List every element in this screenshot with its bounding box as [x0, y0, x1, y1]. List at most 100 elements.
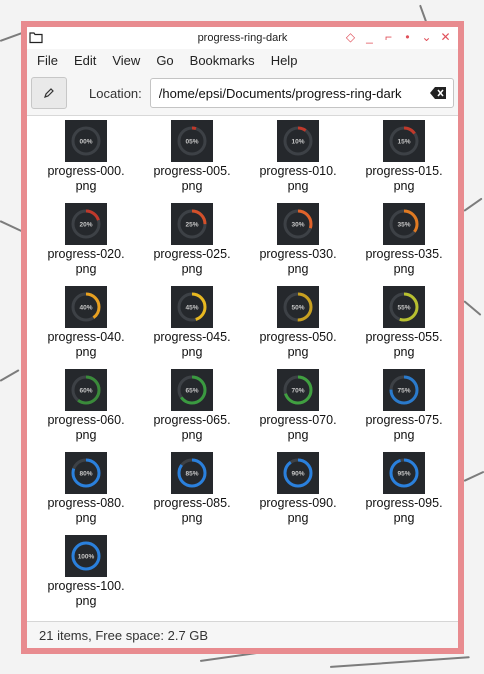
file-name-line-1: progress-055.	[365, 330, 443, 344]
file-item[interactable]: 75% progress-075. png	[351, 369, 457, 452]
file-item[interactable]: 55% progress-055. png	[351, 286, 457, 369]
file-name-line-1: progress-080.	[47, 496, 125, 510]
file-name: progress-025. png	[153, 247, 230, 277]
progress-ring-label: 75%	[397, 388, 410, 395]
file-name-line-2: png	[75, 179, 97, 193]
file-name: progress-100. png	[47, 579, 124, 609]
file-item[interactable]: 30% progress-030. png	[245, 203, 351, 286]
file-name: progress-005. png	[153, 164, 230, 194]
progress-ring-label: 15%	[397, 139, 410, 146]
progress-ring-label: 65%	[185, 388, 198, 395]
file-thumbnail: 80%	[65, 452, 107, 494]
pencil-icon	[44, 88, 54, 98]
file-name-line-2: png	[181, 345, 203, 359]
menu-file[interactable]: File	[29, 53, 66, 68]
file-item[interactable]: 90% progress-090. png	[245, 452, 351, 535]
file-name: progress-075. png	[365, 413, 442, 443]
menu-edit[interactable]: Edit	[66, 53, 104, 68]
progress-ring-label: 95%	[397, 471, 410, 478]
file-item[interactable]: 100% progress-100. png	[33, 535, 139, 618]
file-name-line-1: progress-050.	[259, 330, 337, 344]
toggle-path-edit-button[interactable]	[31, 77, 67, 109]
folder-icon[interactable]	[29, 30, 43, 44]
progress-ring-icon: 30%	[283, 209, 313, 239]
file-item[interactable]: 25% progress-025. png	[139, 203, 245, 286]
progress-ring-label: 60%	[79, 388, 92, 395]
wallpaper-streak	[463, 300, 482, 316]
file-item[interactable]: 00% progress-000. png	[33, 120, 139, 203]
progress-ring-icon: 95%	[389, 458, 419, 488]
file-name: progress-070. png	[259, 413, 336, 443]
menu-view[interactable]: View	[104, 53, 148, 68]
file-name-line-2: png	[287, 345, 309, 359]
menu-dot-icon[interactable]: •	[401, 30, 414, 44]
file-name-line-1: progress-090.	[259, 496, 337, 510]
file-name-line-2: png	[393, 179, 415, 193]
minimize-icon[interactable]: _	[363, 30, 376, 44]
file-item[interactable]: 85% progress-085. png	[139, 452, 245, 535]
wallpaper-streak	[329, 656, 470, 668]
file-manager-window: progress-ring-dark ◇ _ ⌐ • ⌄ ✕ File Edit…	[21, 21, 464, 654]
file-thumbnail: 40%	[65, 286, 107, 328]
progress-ring-label: 50%	[291, 305, 304, 312]
file-name: progress-010. png	[259, 164, 336, 194]
file-item[interactable]: 70% progress-070. png	[245, 369, 351, 452]
file-item[interactable]: 35% progress-035. png	[351, 203, 457, 286]
file-item[interactable]: 15% progress-015. png	[351, 120, 457, 203]
progress-ring-icon: 85%	[177, 458, 207, 488]
clear-location-button[interactable]	[429, 86, 447, 100]
menu-go[interactable]: Go	[148, 53, 181, 68]
file-item[interactable]: 45% progress-045. png	[139, 286, 245, 369]
file-name-line-1: progress-000.	[47, 164, 125, 178]
backspace-icon	[430, 87, 446, 99]
progress-ring-icon: 80%	[71, 458, 101, 488]
progress-ring-icon: 15%	[389, 126, 419, 156]
file-name: progress-015. png	[365, 164, 442, 194]
window-body: progress-ring-dark ◇ _ ⌐ • ⌄ ✕ File Edit…	[27, 27, 458, 648]
progress-ring-label: 05%	[185, 139, 198, 146]
file-name-line-1: progress-005.	[153, 164, 231, 178]
file-item[interactable]: 60% progress-060. png	[33, 369, 139, 452]
progress-ring-icon: 60%	[71, 375, 101, 405]
file-item[interactable]: 50% progress-050. png	[245, 286, 351, 369]
file-name-line-2: png	[75, 594, 97, 608]
progress-ring-label: 35%	[397, 222, 410, 229]
close-icon[interactable]: ✕	[439, 30, 452, 44]
status-bar: 21 items, Free space: 2.7 GB	[27, 621, 458, 648]
location-input[interactable]: /home/epsi/Documents/progress-ring-dark	[149, 78, 454, 108]
file-item[interactable]: 80% progress-080. png	[33, 452, 139, 535]
title-bar[interactable]: progress-ring-dark ◇ _ ⌐ • ⌄ ✕	[27, 27, 458, 49]
file-name-line-2: png	[393, 345, 415, 359]
location-label: Location:	[89, 85, 142, 101]
file-item[interactable]: 05% progress-005. png	[139, 120, 245, 203]
file-name: progress-050. png	[259, 330, 336, 360]
file-thumbnail: 55%	[383, 286, 425, 328]
wallpaper-streak	[0, 369, 20, 382]
wallpaper-streak	[463, 197, 483, 212]
file-item[interactable]: 65% progress-065. png	[139, 369, 245, 452]
file-thumbnail: 10%	[277, 120, 319, 162]
menu-help[interactable]: Help	[263, 53, 306, 68]
sticky-icon[interactable]: ◇	[344, 30, 357, 44]
file-name: progress-080. png	[47, 496, 124, 526]
file-name-line-1: progress-095.	[365, 496, 443, 510]
file-name-line-2: png	[287, 511, 309, 525]
progress-ring-icon: 10%	[283, 126, 313, 156]
file-name: progress-095. png	[365, 496, 442, 526]
file-thumbnail: 50%	[277, 286, 319, 328]
file-thumbnail: 90%	[277, 452, 319, 494]
file-item[interactable]: 95% progress-095. png	[351, 452, 457, 535]
maximize-icon[interactable]: ⌐	[382, 30, 395, 44]
progress-ring-label: 85%	[185, 471, 198, 478]
file-name-line-1: progress-015.	[365, 164, 443, 178]
shade-icon[interactable]: ⌄	[420, 30, 433, 44]
progress-ring-icon: 20%	[71, 209, 101, 239]
file-name: progress-030. png	[259, 247, 336, 277]
location-bar: Location: /home/epsi/Documents/progress-…	[27, 71, 458, 116]
file-name: progress-035. png	[365, 247, 442, 277]
file-item[interactable]: 40% progress-040. png	[33, 286, 139, 369]
file-item[interactable]: 20% progress-020. png	[33, 203, 139, 286]
menu-bookmarks[interactable]: Bookmarks	[182, 53, 263, 68]
location-path: /home/epsi/Documents/progress-ring-dark	[158, 85, 402, 101]
file-item[interactable]: 10% progress-010. png	[245, 120, 351, 203]
